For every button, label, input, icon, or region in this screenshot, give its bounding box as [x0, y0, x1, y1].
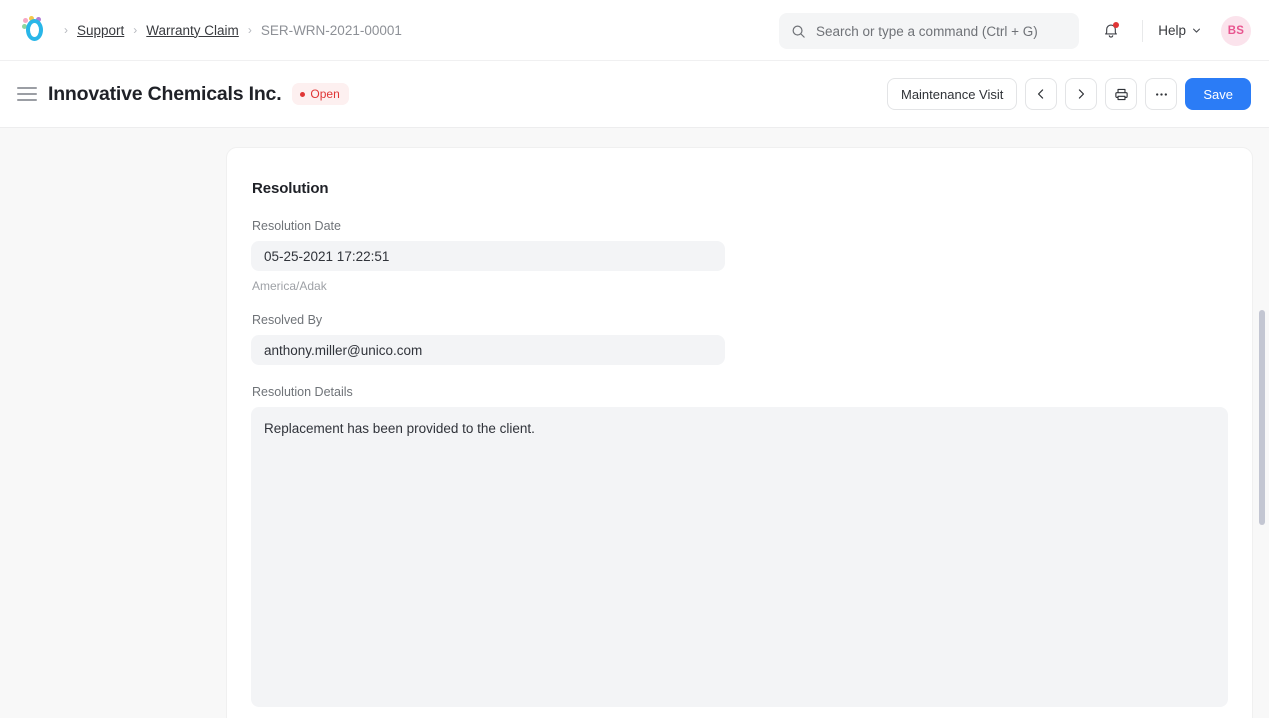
- field-resolved-by: Resolved By anthony.miller@unico.com: [251, 313, 1228, 365]
- help-menu-button[interactable]: Help: [1155, 18, 1205, 43]
- breadcrumb-item-support[interactable]: Support: [77, 23, 124, 38]
- resolution-card: Resolution Resolution Date 05-25-2021 17…: [226, 147, 1253, 718]
- chevron-right-icon: [1074, 87, 1088, 101]
- field-label: Resolved By: [252, 313, 1228, 327]
- app-logo-icon[interactable]: [22, 17, 48, 43]
- notifications-button[interactable]: [1094, 14, 1128, 48]
- page-title: Innovative Chemicals Inc.: [48, 83, 281, 106]
- breadcrumb-separator: ›: [133, 24, 137, 36]
- breadcrumb-item-current: SER-WRN-2021-00001: [261, 23, 402, 38]
- status-dot-icon: [300, 92, 305, 97]
- notification-dot: [1113, 22, 1119, 28]
- maintenance-visit-button[interactable]: Maintenance Visit: [887, 78, 1017, 110]
- ellipsis-icon: [1154, 87, 1169, 102]
- navbar-divider: [1142, 20, 1143, 42]
- breadcrumb-item-warranty-claim[interactable]: Warranty Claim: [146, 23, 239, 38]
- status-label: Open: [310, 87, 339, 101]
- scrollbar-thumb[interactable]: [1259, 310, 1265, 525]
- top-navbar: › Support › Warranty Claim › SER-WRN-202…: [0, 0, 1269, 61]
- field-label: Resolution Details: [252, 385, 1228, 399]
- field-label: Resolution Date: [252, 219, 1228, 233]
- section-title: Resolution: [252, 180, 1228, 197]
- hamburger-icon[interactable]: [16, 83, 38, 105]
- breadcrumb: › Support › Warranty Claim › SER-WRN-202…: [64, 23, 402, 38]
- avatar[interactable]: BS: [1221, 16, 1251, 46]
- field-resolution-details: Resolution Details: [251, 385, 1228, 712]
- next-record-button[interactable]: [1065, 78, 1097, 110]
- resolution-details-textarea[interactable]: [251, 407, 1228, 707]
- chevron-left-icon: [1034, 87, 1048, 101]
- document-toolbar: Innovative Chemicals Inc. Open Maintenan…: [0, 61, 1269, 128]
- save-button[interactable]: Save: [1185, 78, 1251, 110]
- print-button[interactable]: [1105, 78, 1137, 110]
- breadcrumb-separator: ›: [248, 24, 252, 36]
- status-badge[interactable]: Open: [292, 83, 348, 105]
- content-area: Resolution Resolution Date 05-25-2021 17…: [0, 128, 1269, 718]
- resolved-by-input[interactable]: anthony.miller@unico.com: [251, 335, 725, 365]
- chevron-down-icon: [1191, 25, 1202, 36]
- printer-icon: [1114, 87, 1129, 102]
- field-resolution-date: Resolution Date 05-25-2021 17:22:51 Amer…: [251, 219, 1228, 293]
- toolbar-actions: Maintenance Visit: [887, 78, 1251, 110]
- search-icon: [791, 24, 806, 39]
- more-options-button[interactable]: [1145, 78, 1177, 110]
- previous-record-button[interactable]: [1025, 78, 1057, 110]
- global-search[interactable]: [779, 13, 1079, 49]
- navbar-actions: Help BS: [1094, 0, 1251, 61]
- resolution-date-input[interactable]: 05-25-2021 17:22:51: [251, 241, 725, 271]
- timezone-hint: America/Adak: [252, 279, 1228, 293]
- help-label: Help: [1158, 23, 1186, 38]
- breadcrumb-separator: ›: [64, 24, 68, 36]
- search-input[interactable]: [816, 24, 1067, 39]
- vertical-scrollbar[interactable]: [1258, 128, 1266, 718]
